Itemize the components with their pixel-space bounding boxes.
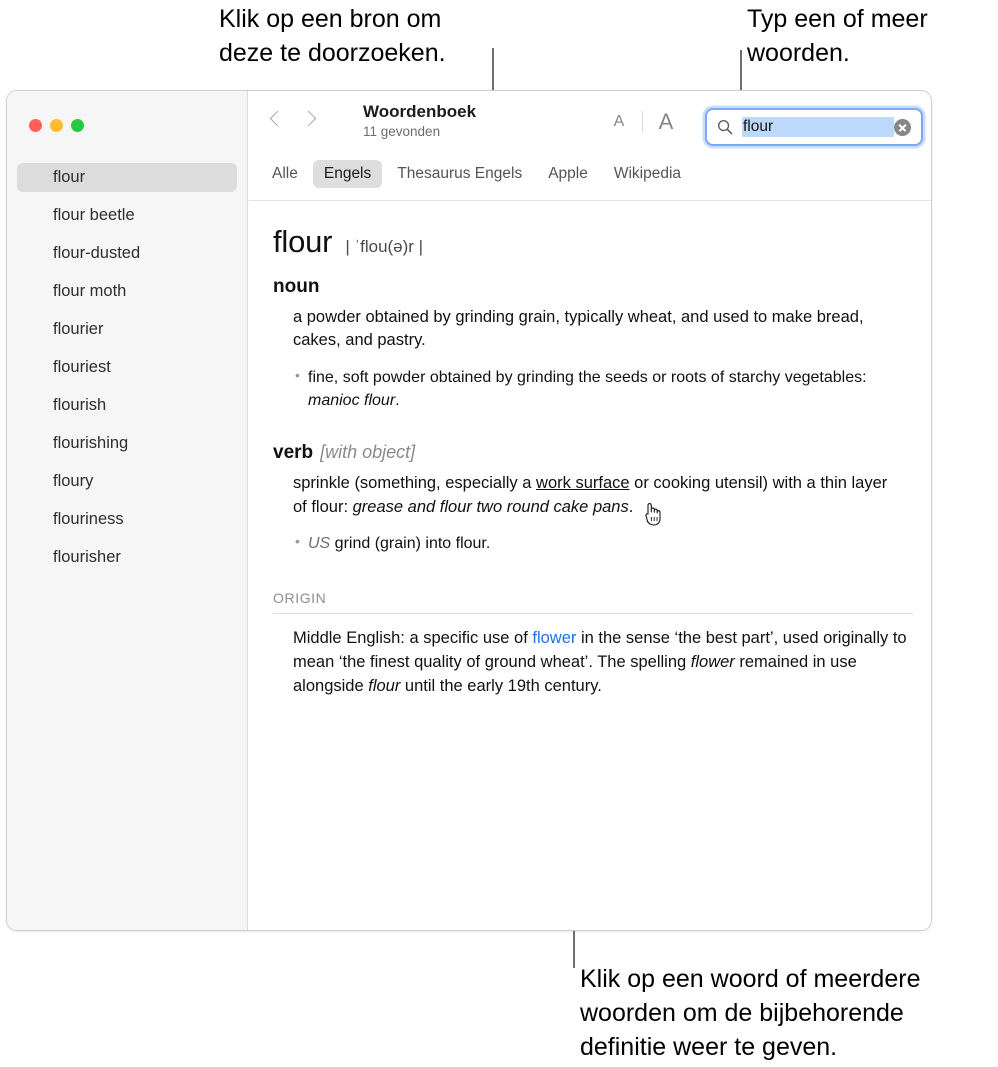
work-surface-link[interactable]: work surface (536, 474, 630, 492)
toolbar: Woordenboek 11 gevonden A A flour Alle E… (249, 91, 931, 201)
noun-sense: a powder obtained by grinding grain, typ… (293, 306, 899, 353)
search-field[interactable]: flour (705, 108, 923, 146)
pos-label: verb (273, 442, 314, 464)
decrease-font-size-button[interactable]: A (603, 113, 635, 131)
definition-content: flour | ˈflou(ə)r | noun a powder obtain… (249, 202, 931, 930)
list-item[interactable]: flourisher (17, 543, 237, 572)
part-of-speech-noun: noun (273, 276, 899, 298)
grammar-note: [with object] (320, 442, 416, 463)
list-item[interactable]: flour (17, 163, 237, 192)
origin-label: ORIGIN (273, 589, 327, 606)
tab-wikipedia[interactable]: Wikipedia (603, 160, 692, 188)
noun-subsense-text: fine, soft powder obtained by grinding t… (308, 368, 867, 386)
list-item[interactable]: flourishing (17, 429, 237, 458)
origin-italic-2: flour (368, 676, 401, 695)
close-button[interactable] (29, 119, 42, 132)
regional-label: US (308, 535, 331, 553)
search-input[interactable]: flour (742, 117, 894, 137)
noun-subsense: fine, soft powder obtained by grinding t… (295, 366, 899, 412)
list-item[interactable]: flourish (17, 391, 237, 420)
verb-subsense: US grind (grain) into flour. (295, 532, 899, 556)
results-count: 11 gevonden (363, 124, 441, 139)
origin-text: Middle English: a specific use of flower… (293, 627, 918, 699)
list-item[interactable]: flouriest (17, 353, 237, 382)
list-item[interactable]: flourier (17, 315, 237, 344)
verb-subsense-text: grind (grain) into flour. (330, 535, 491, 553)
screenshot-root: Klik op een bron om deze te doorzoeken. … (0, 0, 998, 1067)
sidebar: flour flour beetle flour-dusted flour mo… (7, 91, 248, 930)
page-title: Woordenboek (363, 102, 477, 121)
navigation-buttons (271, 110, 313, 129)
part-of-speech-verb: verb [with object] (273, 442, 899, 464)
list-item[interactable]: flour beetle (17, 201, 237, 230)
list-item[interactable]: flouriness (17, 505, 237, 534)
noun-sense-text: a powder obtained by grinding grain, typ… (293, 308, 864, 350)
noun-subsense-example: manioc flour (308, 391, 396, 409)
word-list: flour flour beetle flour-dusted flour mo… (7, 163, 247, 581)
verb-sense-text-a: sprinkle (something, especially a (293, 474, 537, 493)
phonetic-transcription: | ˈflou(ə)r | (345, 237, 424, 256)
divider (273, 612, 913, 614)
callout-click-word-text: Klik op een woord of meerdere woorden om… (580, 965, 921, 1061)
verb-sense-example: grease and flour two round cake pans (352, 497, 629, 516)
increase-font-size-button[interactable]: A (650, 109, 682, 135)
list-item[interactable]: flour-dusted (17, 239, 237, 268)
dictionary-window: flour flour beetle flour-dusted flour mo… (6, 90, 932, 931)
title-block: Woordenboek 11 gevonden (363, 101, 476, 141)
tab-engels[interactable]: Engels (312, 160, 383, 188)
search-icon (717, 119, 733, 135)
chevron-right-icon[interactable] (302, 110, 313, 129)
headword-row: flour | ˈflou(ə)r | (273, 224, 899, 260)
source-tabs: Alle Engels Thesaurus Engels Apple Wikip… (261, 160, 696, 188)
font-size-controls: A A (603, 109, 682, 135)
tab-thesaurus-engels[interactable]: Thesaurus Engels (386, 160, 533, 188)
pos-label: noun (273, 276, 320, 297)
origin-part-1: Middle English: a specific use of (293, 628, 533, 647)
noun-subsense-period: . (395, 391, 400, 409)
maximize-button[interactable] (71, 119, 84, 132)
window-controls (29, 119, 84, 132)
flower-link[interactable]: flower (532, 629, 576, 647)
origin-part-4: until the early 19th century. (400, 676, 602, 695)
list-item[interactable]: flour moth (17, 277, 237, 306)
list-item[interactable]: floury (17, 467, 237, 496)
chevron-left-icon[interactable] (271, 110, 282, 129)
tab-apple[interactable]: Apple (537, 160, 599, 188)
tab-alle[interactable]: Alle (261, 160, 309, 188)
clear-icon[interactable] (894, 118, 911, 136)
callout-source-text: Klik op een bron om deze te doorzoeken. (219, 5, 446, 67)
verb-sense-period: . (628, 497, 634, 516)
headword: flour (273, 224, 333, 259)
origin-italic-1: flower (690, 652, 735, 671)
verb-sense: sprinkle (something, especially a work s… (293, 472, 899, 519)
callout-type-words-text: Typ een of meer woorden. (747, 5, 928, 67)
minimize-button[interactable] (50, 119, 63, 132)
divider (642, 111, 643, 133)
